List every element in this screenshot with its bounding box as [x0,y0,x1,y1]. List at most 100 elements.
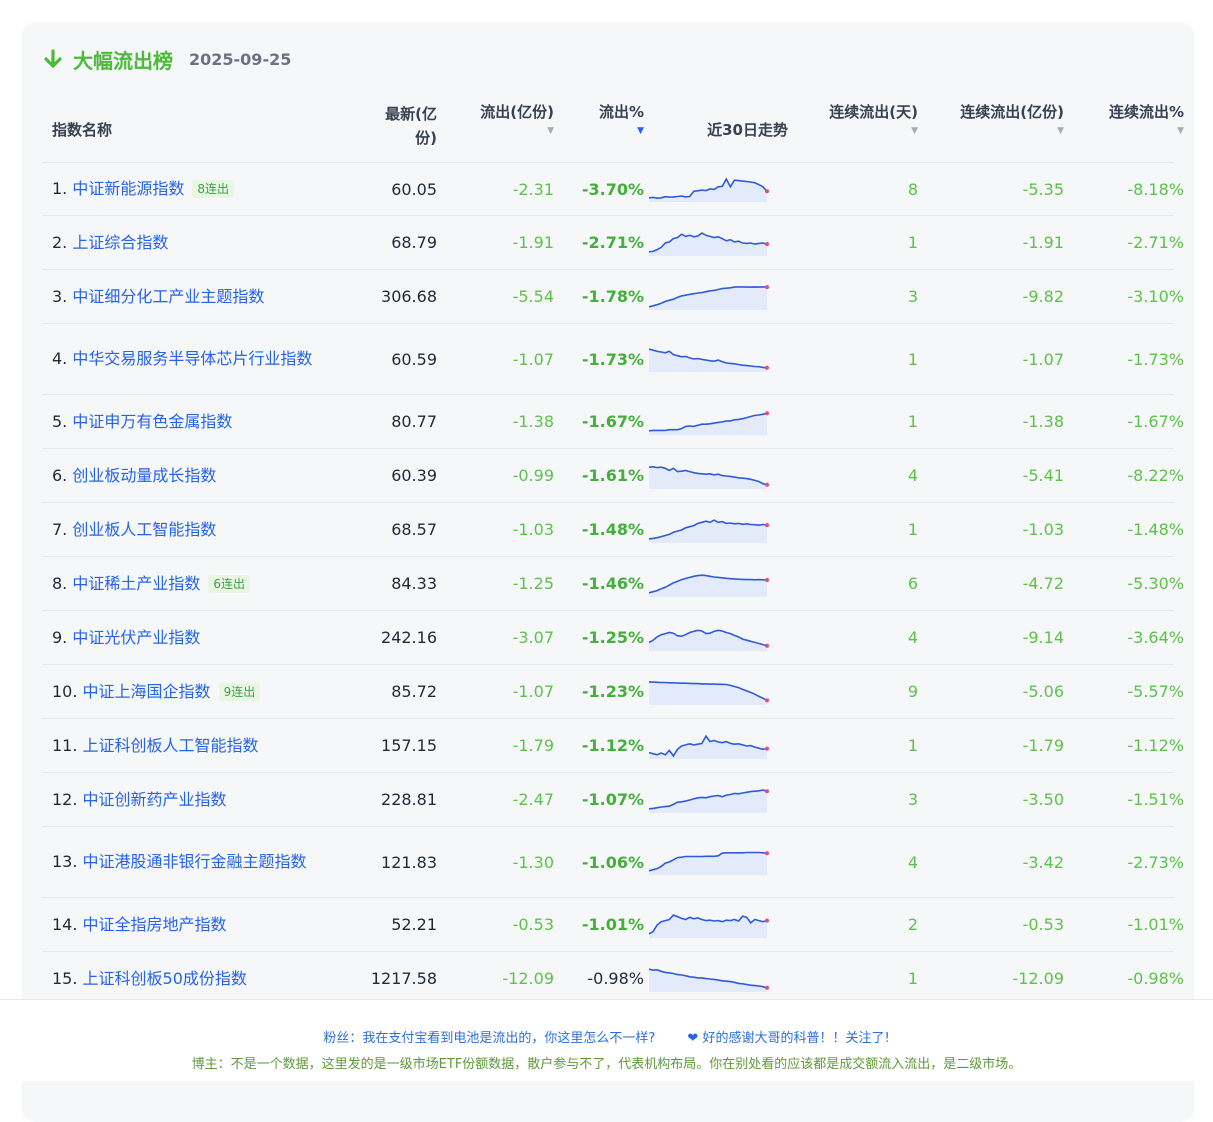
latest-value: 157.15 [381,736,437,755]
table-row[interactable]: 1. 中证新能源指数 8连出 60.05 -2.31 -3.70% 8 -5.35 -8.18… [42,163,1184,216]
col-outflow-header[interactable]: 流出(亿份) ▼ [442,100,554,138]
outflow-pct: -3.70% [581,179,644,199]
index-name-cell: 11. 上证科创板人工智能指数 [52,719,352,772]
index-name-wrap: 6. 创业板动量成长指数 [52,464,216,488]
streak-days: 4 [907,628,918,647]
streak-outflow: -5.06 [1022,682,1064,701]
streak-outflow: -1.07 [1022,349,1064,369]
index-name-cell: 4. 中华交易服务半导体芯片行业指数 [52,324,352,394]
streak-outflow: -1.79 [1022,736,1064,755]
row-number: 14. [52,914,78,934]
sparkline-end-dot [765,410,769,415]
sparkline-end-dot [765,577,769,582]
streak-pct: -1.12% [1127,736,1184,755]
table-row[interactable]: 8. 中证稀土产业指数 6连出 84.33 -1.25 -1.46% 6 -4.72 -5.3… [42,557,1184,611]
table-row[interactable]: 11. 上证科创板人工智能指数 157.15 -1.79 -1.12% 1 -1.79 -1… [42,719,1184,773]
sparkline-svg [648,410,769,435]
index-name-link[interactable]: 中证新能源指数 [72,179,184,198]
trend-sparkline [646,557,770,610]
index-name-link[interactable]: 中证全指房地产指数 [83,915,227,934]
index-name-link[interactable]: 中证细分化工产业主题指数 [72,287,264,306]
trend-sparkline [646,324,770,394]
table-row[interactable]: 13. 中证港股通非银行金融主题指数 121.83 -1.30 -1.06% 4 -3.4… [42,827,1184,898]
streak-days: 9 [907,682,918,701]
sort-icon[interactable]: ▼ [922,124,1064,138]
table-row[interactable]: 4. 中华交易服务半导体芯片行业指数 60.59 -1.07 -1.73% 1 -1.07… [42,324,1184,395]
table-row[interactable]: 7. 创业板人工智能指数 68.57 -1.03 -1.48% 1 -1.03 -1.48% [42,503,1184,557]
streak-days: 2 [907,915,918,934]
index-name-link[interactable]: 创业板人工智能指数 [72,520,216,539]
table-row[interactable]: 10. 中证上海国企指数 9连出 85.72 -1.07 -1.23% 9 -5.06 -5.… [42,665,1184,719]
streak-outflow: -1.03 [1022,520,1064,539]
sort-active-icon[interactable]: ▼ [558,124,644,138]
index-name-link[interactable]: 中华交易服务半导体芯片行业指数 [72,349,312,368]
outflow-value: -0.99 [512,466,554,485]
latest-value: 52.21 [391,915,437,934]
outflow-value: -3.07 [512,628,554,647]
trend-sparkline [646,898,770,951]
col-outflow-label: 流出(亿份) [480,103,554,121]
col-cpct-label: 连续流出% [1108,103,1184,121]
sparkline-svg [648,518,769,543]
index-name-wrap: 14. 中证全指房地产指数 [52,913,227,937]
table-row[interactable]: 12. 中证创新药产业指数 228.81 -2.47 -1.07% 3 -3.50 -1.5… [42,773,1184,827]
col-cpct-header[interactable]: 连续流出% ▼ [1072,100,1184,138]
index-name-cell: 5. 中证申万有色金属指数 [52,395,352,448]
trend-sparkline [646,665,770,718]
sparkline-end-dot [765,788,769,793]
index-name-cell: 13. 中证港股通非银行金融主题指数 [52,827,352,897]
sparkline-end-dot [765,482,769,487]
latest-value: 242.16 [381,628,437,647]
table-row[interactable]: 6. 创业板动量成长指数 60.39 -0.99 -1.61% 4 -5.41 -8.22% [42,449,1184,503]
sparkline-svg [649,680,769,705]
col-days-header[interactable]: 连续流出(天) ▼ [782,100,918,138]
index-name-link[interactable]: 上证综合指数 [72,233,168,252]
table-row[interactable]: 3. 中证细分化工产业主题指数 306.68 -5.54 -1.78% 3 -9.82 -3… [42,270,1184,324]
col-latest-header[interactable]: 最新(亿 份) [342,102,437,150]
outflow-value: -0.53 [512,915,554,934]
row-number: 4. [52,349,68,368]
index-name-link[interactable]: 上证科创板人工智能指数 [83,736,259,755]
streak-badge: 8连出 [192,180,235,198]
panel-header: 大幅流出榜 2025-09-25 [42,46,291,73]
table-row[interactable]: 15. 上证科创板50成份指数 1217.58 -12.09 -0.98% 1 -12.0… [42,952,1184,1006]
streak-outflow: -9.82 [1022,287,1064,306]
sparkline-svg [648,177,769,202]
col-cout-header[interactable]: 连续流出(亿份) ▼ [922,100,1064,138]
table-row[interactable]: 9. 中证光伏产业指数 242.16 -3.07 -1.25% 4 -9.14 -3.64% [42,611,1184,665]
table-row[interactable]: 2. 上证综合指数 68.79 -1.91 -2.71% 1 -1.91 -2.71% [42,216,1184,270]
index-name-link[interactable]: 中证申万有色金属指数 [72,412,232,431]
index-name-link[interactable]: 中证创新药产业指数 [83,790,227,809]
streak-days: 1 [907,969,918,988]
table-row[interactable]: 14. 中证全指房地产指数 52.21 -0.53 -1.01% 2 -0.53 -1.01… [42,898,1184,952]
sort-icon[interactable]: ▼ [1072,124,1184,138]
streak-outflow: -12.09 [1012,969,1064,988]
streak-outflow: -3.50 [1022,790,1064,809]
outflow-pct: -1.48% [581,520,644,539]
index-name-cell: 10. 中证上海国企指数 9连出 [52,665,352,718]
fan-comment: 粉丝：我在支付宝看到电池是流出的，你这里怎么不一样? ❤ 好的感谢大哥的科普！！… [0,1027,1213,1046]
index-name-wrap: 7. 创业板人工智能指数 [52,518,216,542]
sort-icon[interactable]: ▼ [442,124,554,138]
index-name-link[interactable]: 中证光伏产业指数 [72,628,200,647]
streak-pct: -0.98% [1127,969,1184,988]
index-name-wrap: 3. 中证细分化工产业主题指数 [52,285,264,309]
table-row[interactable]: 5. 中证申万有色金属指数 80.77 -1.38 -1.67% 1 -1.38 -1.67… [42,395,1184,449]
streak-days: 1 [907,736,918,755]
col-pct-label: 流出% [598,103,644,121]
sparkline-svg [648,913,769,938]
index-name-link[interactable]: 上证科创板50成份指数 [83,969,247,988]
index-name-link[interactable]: 中证港股通非银行金融主题指数 [83,852,307,871]
index-name-link[interactable]: 中证上海国企指数 [83,682,211,701]
streak-pct: -2.71% [1127,233,1184,252]
index-name-link[interactable]: 创业板动量成长指数 [72,466,216,485]
index-name-cell: 8. 中证稀土产业指数 6连出 [52,557,352,610]
sparkline-end-dot [765,851,769,856]
index-name-wrap: 15. 上证科创板50成份指数 [52,967,247,991]
outflow-value: -2.47 [512,790,554,809]
sort-icon[interactable]: ▼ [782,124,918,138]
index-name-link[interactable]: 中证稀土产业指数 [72,574,200,593]
row-number: 3. [52,286,68,306]
col-pct-header[interactable]: 流出% ▼ [558,100,644,138]
streak-pct: -3.64% [1127,628,1184,647]
